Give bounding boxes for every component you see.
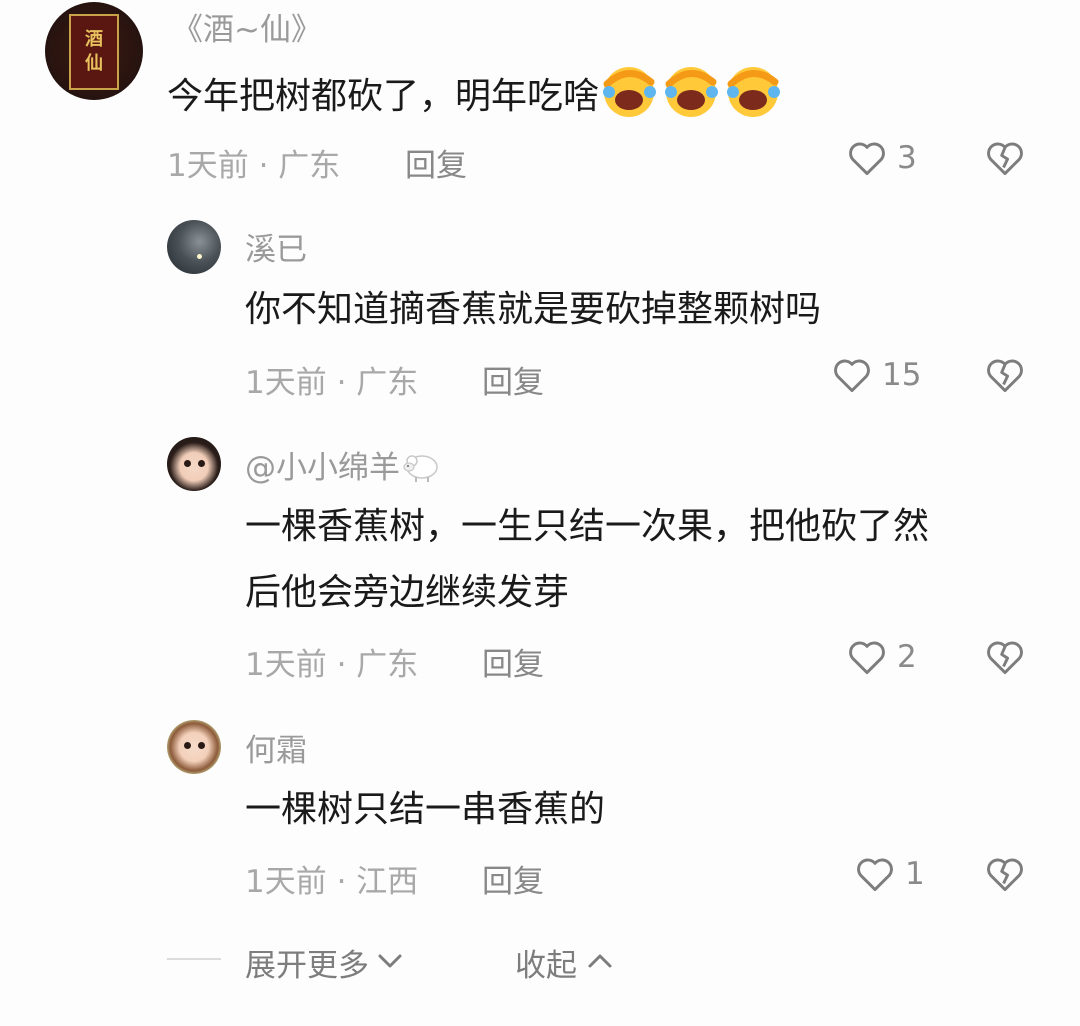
comment-meta: 1天前 · 广东 <box>245 365 419 401</box>
avatar[interactable] <box>167 437 221 491</box>
avatar[interactable]: 酒 仙 <box>45 2 143 100</box>
collapse-button[interactable]: 收起 <box>515 940 615 985</box>
heart-icon <box>830 353 874 397</box>
username[interactable]: 《酒~仙》 <box>172 4 322 49</box>
heart-icon <box>845 136 889 180</box>
avatar-plaque: 酒 仙 <box>69 14 119 90</box>
face-with-tears-of-joy-icon <box>661 62 723 134</box>
username[interactable]: @小小绵羊 <box>245 442 442 493</box>
username[interactable]: 溪已 <box>245 224 307 269</box>
like-button[interactable]: 1 <box>853 852 925 896</box>
avatar[interactable] <box>167 220 221 274</box>
moon-graphic <box>197 254 202 259</box>
broken-heart-icon <box>983 858 1027 900</box>
comment-text: 你不知道摘香蕉就是要砍掉整颗树吗 <box>245 289 822 330</box>
comment-text: 一棵树只结一串香蕉的 <box>245 789 606 830</box>
like-count: 2 <box>897 639 917 675</box>
chevron-up-icon <box>585 945 615 981</box>
comment-meta: 1天前 · 江西 <box>245 864 419 900</box>
like-count: 1 <box>905 856 925 892</box>
reply-button[interactable]: 回复 <box>405 140 467 185</box>
like-count: 3 <box>897 140 917 176</box>
avatar[interactable] <box>167 720 221 774</box>
comment-text-line-1: 一棵香蕉树，一生只结一次果，把他砍了然 <box>245 506 930 547</box>
comment-text: 今年把树都砍了，明年吃啥 <box>167 62 785 134</box>
heart-icon <box>853 852 897 896</box>
dislike-button[interactable] <box>983 852 1027 900</box>
comment-text-line-2: 后他会旁边继续发芽 <box>245 572 570 613</box>
reply-button[interactable]: 回复 <box>482 357 544 402</box>
reply-button[interactable]: 回复 <box>482 639 544 684</box>
comment-meta: 1天前 · 广东 <box>245 647 419 683</box>
broken-heart-icon <box>983 641 1027 683</box>
chevron-down-icon <box>375 945 405 981</box>
dislike-button[interactable] <box>983 353 1027 401</box>
like-button[interactable]: 3 <box>845 136 917 180</box>
face-with-tears-of-joy-icon <box>723 62 785 134</box>
broken-heart-icon <box>983 142 1027 184</box>
face-with-tears-of-joy-icon <box>599 62 661 134</box>
username[interactable]: 何霜 <box>245 725 307 770</box>
expand-more-button[interactable]: 展开更多 <box>245 940 405 985</box>
comment-thread: 酒 仙 《酒~仙》 今年把树都砍了，明年吃啥 1天前 · 广东 回复 3 溪已 … <box>0 0 1080 1026</box>
reply-button[interactable]: 回复 <box>482 856 544 901</box>
divider <box>167 958 221 960</box>
broken-heart-icon <box>983 359 1027 401</box>
dislike-button[interactable] <box>983 136 1027 184</box>
dislike-button[interactable] <box>983 635 1027 683</box>
like-button[interactable]: 2 <box>845 635 917 679</box>
like-count: 15 <box>882 357 922 393</box>
comment-meta: 1天前 · 广东 <box>167 148 341 184</box>
heart-icon <box>845 635 889 679</box>
sheep-icon <box>400 447 442 493</box>
like-button[interactable]: 15 <box>830 353 921 397</box>
